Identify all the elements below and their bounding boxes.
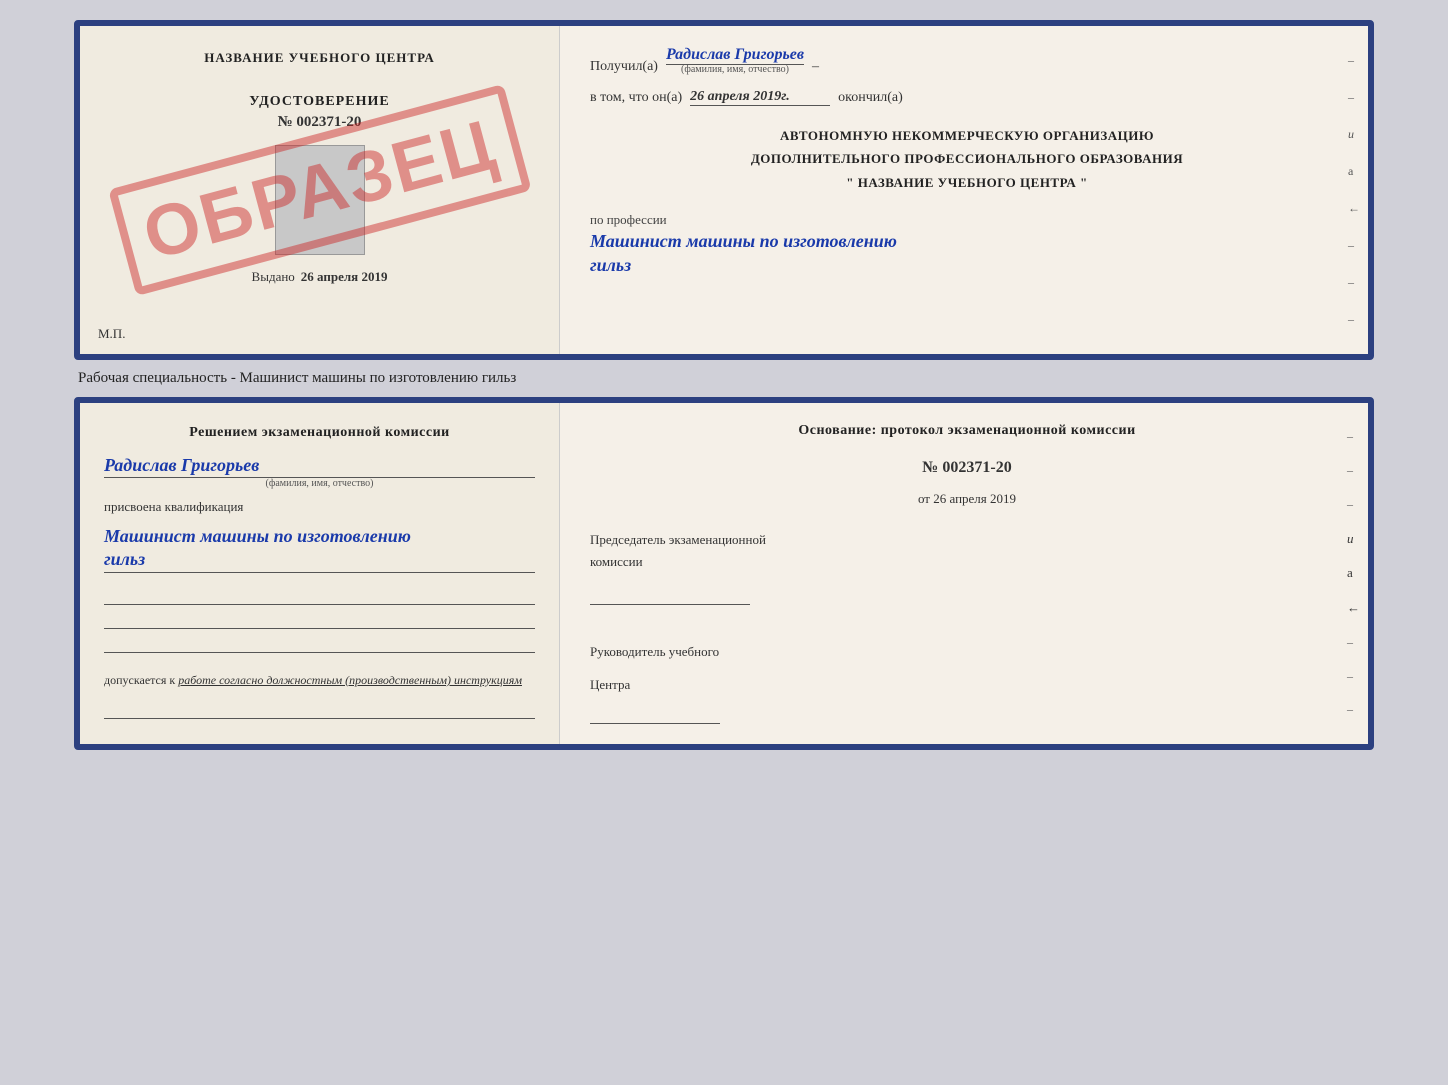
- issued-label: Выдано: [252, 269, 295, 285]
- photo-placeholder: [275, 145, 365, 255]
- admission-italic: работе согласно должностным (производств…: [178, 673, 522, 687]
- commission-fio-hint: (фамилия, имя, отчество): [104, 478, 535, 489]
- director-label1: Руководитель учебного: [590, 643, 1344, 661]
- commission-title: Решением экзаменационной комиссии: [104, 425, 535, 441]
- admission-text: допускается к работе согласно должностны…: [104, 671, 535, 689]
- cert-number: № 002371-20: [278, 114, 362, 131]
- org-line3: " НАЗВАНИЕ УЧЕБНОГО ЦЕНТРА ": [590, 171, 1344, 194]
- director-label2: Центра: [590, 676, 1344, 694]
- top-document: НАЗВАНИЕ УЧЕБНОГО ЦЕНТРА ОБРАЗЕЦ УДОСТОВ…: [74, 20, 1374, 360]
- date-value: 26 апреля 2019г.: [690, 89, 830, 106]
- chairman-signature-line: [590, 585, 750, 605]
- bottom-line-1: [104, 589, 535, 605]
- recipient-prefix: Получил(а): [590, 59, 658, 75]
- chairman-label1: Председатель экзаменационной: [590, 531, 1344, 549]
- fio-hint-top: (фамилия, имя, отчество): [666, 64, 804, 75]
- admission-line: [104, 703, 535, 719]
- issued-date-row: Выдано 26 апреля 2019: [252, 269, 388, 285]
- director-signature-line: [590, 704, 720, 724]
- school-name-top: НАЗВАНИЕ УЧЕБНОГО ЦЕНТРА: [204, 50, 435, 66]
- bottom-line-3: [104, 637, 535, 653]
- bottom-lines: [104, 589, 535, 653]
- basis-number: № 002371-20: [590, 459, 1344, 477]
- recipient-name: Радислав Григорьев: [666, 46, 804, 65]
- date-suffix: окончил(а): [838, 90, 903, 106]
- director-block: Руководитель учебного Центра: [590, 629, 1344, 723]
- bottom-left-panel: Решением экзаменационной комиссии Радисл…: [80, 403, 560, 744]
- right-side-markers-bottom: – – – и а ← – – –: [1347, 403, 1360, 744]
- qualification-label: присвоена квалификация: [104, 499, 535, 515]
- recipient-row: Получил(а) Радислав Григорьев (фамилия, …: [590, 46, 1344, 75]
- date-row: в том, что он(а) 26 апреля 2019г. окончи…: [590, 89, 1344, 106]
- basis-date: от 26 апреля 2019: [590, 491, 1344, 507]
- mp-label: М.П.: [98, 326, 125, 342]
- profession-name: Машинист машины по изготовлению гильз: [590, 230, 1344, 277]
- top-right-panel: Получил(а) Радислав Григорьев (фамилия, …: [560, 26, 1368, 354]
- bottom-line-2: [104, 613, 535, 629]
- date-prefix: в том, что он(а): [590, 90, 682, 106]
- qualification-name: Машинист машины по изготовлению гильз: [104, 525, 535, 573]
- top-left-panel: НАЗВАНИЕ УЧЕБНОГО ЦЕНТРА ОБРАЗЕЦ УДОСТОВ…: [80, 26, 560, 354]
- bottom-document: Решением экзаменационной комиссии Радисл…: [74, 397, 1374, 750]
- dash-top: –: [812, 59, 819, 75]
- chairman-label2: комиссии: [590, 553, 1344, 571]
- chairman-block: Председатель экзаменационной комиссии: [590, 531, 1344, 605]
- profession-label: по профессии: [590, 212, 667, 227]
- bottom-right-panel: Основание: протокол экзаменационной коми…: [560, 403, 1368, 744]
- org-line2: ДОПОЛНИТЕЛЬНОГО ПРОФЕССИОНАЛЬНОГО ОБРАЗО…: [590, 147, 1344, 170]
- side-dashes-top: – – и а ← – – –: [1348, 26, 1360, 354]
- profession-block: по профессии Машинист машины по изготовл…: [590, 212, 1344, 277]
- basis-title: Основание: протокол экзаменационной коми…: [590, 423, 1344, 439]
- org-line1: АВТОНОМНУЮ НЕКОММЕРЧЕСКУЮ ОРГАНИЗАЦИЮ: [590, 124, 1344, 147]
- cert-title: УДОСТОВЕРЕНИЕ: [249, 94, 389, 110]
- commission-person-name: Радислав Григорьев: [104, 455, 535, 478]
- document-container: НАЗВАНИЕ УЧЕБНОГО ЦЕНТРА ОБРАЗЕЦ УДОСТОВ…: [74, 20, 1374, 750]
- org-block: АВТОНОМНУЮ НЕКОММЕРЧЕСКУЮ ОРГАНИЗАЦИЮ ДО…: [590, 124, 1344, 194]
- between-caption: Рабочая специальность - Машинист машины …: [78, 370, 516, 387]
- issued-date-value: 26 апреля 2019: [301, 269, 388, 285]
- qualification-name-block: Машинист машины по изготовлению гильз: [104, 525, 535, 573]
